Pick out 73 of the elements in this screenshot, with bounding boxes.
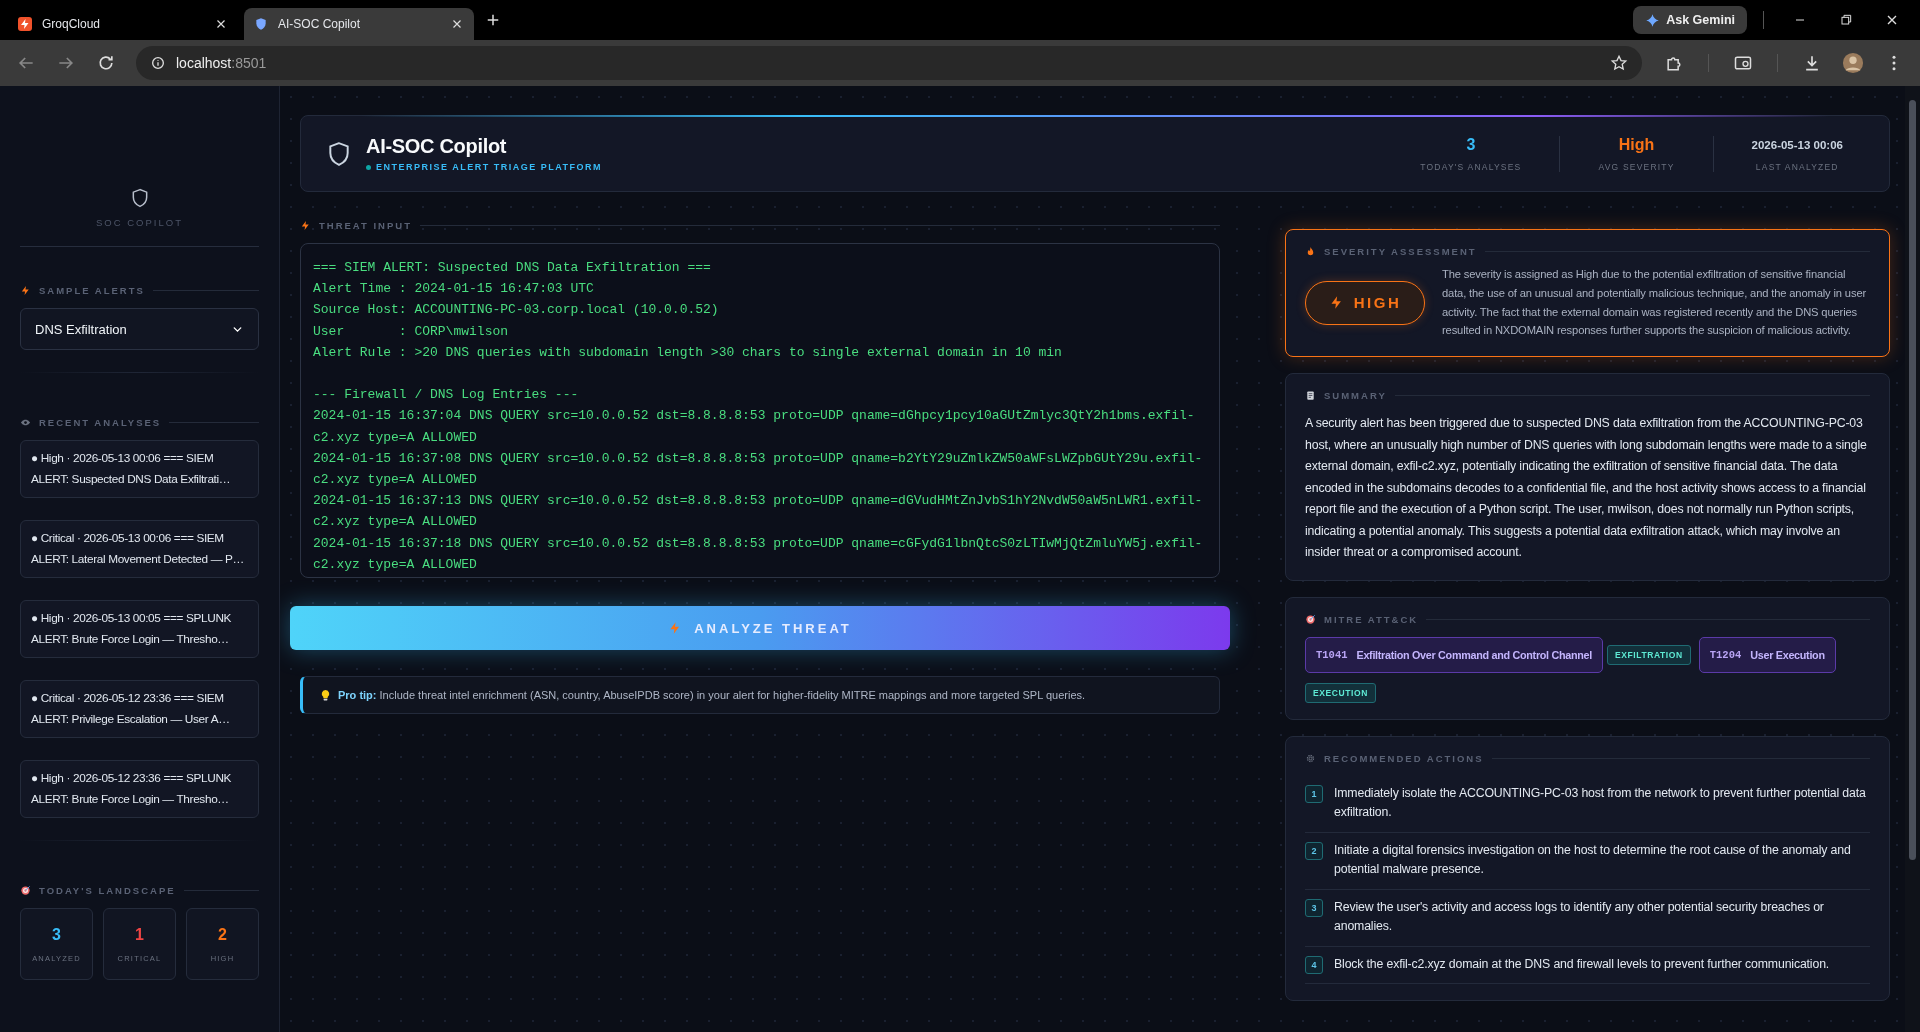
severity-badge: HIGH [1305,280,1425,325]
shield-icon [254,17,268,31]
tab-title: GroqCloud [42,17,102,31]
action-text: Initiate a digital forensics investigation on the host to determine the root cause of the anomaly and potential malware presence. [1334,841,1852,879]
recent-analysis-item[interactable]: ● Critical · 2026-05-12 23:36 === SIEM ALERT: Privilege Escalation — User A… [20,680,259,738]
gear-icon [1305,752,1316,764]
info-icon [150,55,166,71]
sparkle-icon [1645,12,1661,28]
action-text: Block the exfil-c2.xyz domain at the DNS and firewall levels to prevent further communication. [1334,955,1830,973]
browser-tab[interactable]: GroqCloud [8,8,238,40]
star-icon[interactable] [1610,54,1628,72]
stat-value: 2026-05-13 00:06 [1751,137,1843,153]
section-label: MITRE ATT&CK [1324,613,1419,625]
bolt-icon [300,220,311,231]
section-label: THREAT INPUT [319,220,412,231]
alert-select[interactable]: DNS Exfiltration [20,308,259,350]
target-icon [20,885,31,896]
section-label: TODAY'S LANDSCAPE [39,885,176,896]
lightbulb-icon [319,688,332,702]
step-number: 2 [1305,841,1323,860]
tactic-badge: EXECUTION [1305,682,1376,703]
restore-icon[interactable] [1838,12,1854,28]
browser-tab[interactable]: AI-SOC Copilot [244,8,474,40]
action-text: Immediately isolate the ACCOUNTING-PC-03 host from the network to prevent further potential data exfiltration. [1334,784,1867,822]
section-label: RECENT ANALYSES [39,417,162,428]
reload-icon[interactable] [96,53,116,73]
stat-label: AVG SEVERITY [1598,161,1675,172]
alert-text-area[interactable]: === SIEM ALERT: Suspected DNS Data Exfiltration === Alert Time : 2024-01-15 16:47:03 UTC Source Host: ACCOUNTING-PC-03.corp.local (10.0.0.52) User : CORP\mwilson Alert Rule : >20 DNS queries with subdomain length >30 chars to single external domain in 10 min --- Firewall / DNS Log Entries --- 2024-01-15 16:37:04 DNS QUERY src=10.0.0.52 dst=8.8.8.8:53 proto=UDP qname=dGhpcy1pcy10aGUtZmlyc3QtY2h1bms.exfil-c2.xyz type=A ALLOWED 2024-01-15 16:37:08 DNS QUERY src=10.0.0.52 dst=8.8.8.8:53 proto=UDP qname=b2YtY29uZmlkZW50aWFsLWZpbGUtY29u.exfil-c2.xyz type=A ALLOWED 2024-01-15 16:37:13 DNS QUERY src=10.0.0.52 dst=8.8.8.8:53 proto=UDP qname=dGVudHMtZnJvbS1hY2NvdW50aW5nLWR1.exfil-c2.xyz type=A ALLOWED 2024-01-15 16:37:18 DNS QUERY src=10.0.0.52 dst=8.8.8.8:53 proto=UDP qname=cGFydG1lbnQtcS0zLTIwMjQtZmluYW5j.exfil-c2.xyz type=A ALLOWED [300,243,1220,578]
brand-name: SOC COPILOT [96,217,183,228]
stat-value: 2 [218,925,227,944]
technique-name: Exfiltration Over Command and Control Channel [1356,648,1592,661]
document-icon [1305,390,1316,402]
stat-value: 1 [135,925,144,944]
step-number: 1 [1305,784,1323,803]
technique-id: T1041 [1316,648,1348,661]
target-icon [1305,613,1316,625]
step-number: 4 [1305,955,1323,974]
gemini-button[interactable]: Ask Gemini [1633,6,1747,34]
step-number: 3 [1305,898,1323,917]
shield-icon [326,140,352,167]
stat-value: 3 [1466,135,1476,154]
url-text: localhost:8501 [176,55,267,71]
app-subtitle: ENTERPRISE ALERT TRIAGE PLATFORM [376,162,602,172]
action-text: Review the user's activity and access logs to identify any other potential security breaches or anomalies. [1334,898,1825,936]
technique-id: T1204 [1709,648,1742,661]
status-dot [366,164,371,170]
app-title: AI-SOC Copilot [366,135,508,158]
eye-icon [20,417,31,428]
severity-rationale: The severity is assigned as High due to the potential exfiltration of sensitive financial data, the use of an unusual and potentially malicious technique, and the anomaly in user activity. The fact that the external domain was registered recently and the DNS queries resulted in NXDOMAIN responses further supports the suspicion of malicious activity. [1442,267,1868,339]
panel-icon[interactable] [1733,53,1753,73]
section-label: SAMPLE ALERTS [39,285,145,296]
avatar-icon[interactable] [1842,52,1864,74]
stat-label: TODAY'S ANALYSES [1420,161,1522,172]
scrollbar[interactable] [1905,86,1920,1032]
summary-text: A security alert has been triggered due to suspected DNS data exfiltration from the ACCOUNTING-PC-03 host, where an unusually high number of DNS queries with long subdomain lengths were made to a single external domain, exfil-c2.xyz, potentially indicating the exfiltration of sensitive financial data. The data encoded in the subdomains decodes to a confidential file, and the host activity shows access to a financial report file and the execution of a Python script. The user, mwilson, does not normally run Python scripts, indicating a potential anomaly. This suggests a potential data exfiltration attack, which may involve an insider threat or a compromised account. [1305,415,1868,562]
tactic-badge: EXFILTRATION [1606,644,1691,665]
tab-title: AI-SOC Copilot [278,17,362,31]
stat-value: 3 [52,925,61,944]
bolt-icon [18,17,32,31]
recent-analysis-item[interactable]: ● High · 2026-05-13 00:05 === SPLUNK ALERT: Brute Force Login — Thresho… [20,600,259,658]
recent-analysis-item[interactable]: ● High · 2026-05-12 23:36 === SPLUNK ALERT: Brute Force Login — Thresho… [20,760,259,818]
flame-icon [1305,246,1316,257]
technique-name: User Execution [1750,648,1825,661]
stat-label: LAST ANALYZED [1755,161,1839,172]
section-label: RECOMMENDED ACTIONS [1324,752,1484,764]
section-label: SUMMARY [1324,390,1387,402]
section-label: SEVERITY ASSESSMENT [1324,246,1477,257]
recent-analysis-item[interactable]: ● High · 2026-05-13 00:06 === SIEM ALERT: Suspected DNS Data Exfiltrati… [20,440,259,498]
pro-tip-text: Pro tip: Include threat intel enrichment (ASN, country, AbuseIPDB score) in your alert for higher-fidelity MITRE mappings and more targeted SPL queries. [338,689,1086,701]
bolt-icon [20,285,31,296]
recent-analysis-item[interactable]: ● Critical · 2026-05-13 00:06 === SIEM ALERT: Lateral Movement Detected — P… [20,520,259,578]
address-bar[interactable]: localhost:8501 [136,46,1642,80]
stat-value: High [1618,135,1655,154]
